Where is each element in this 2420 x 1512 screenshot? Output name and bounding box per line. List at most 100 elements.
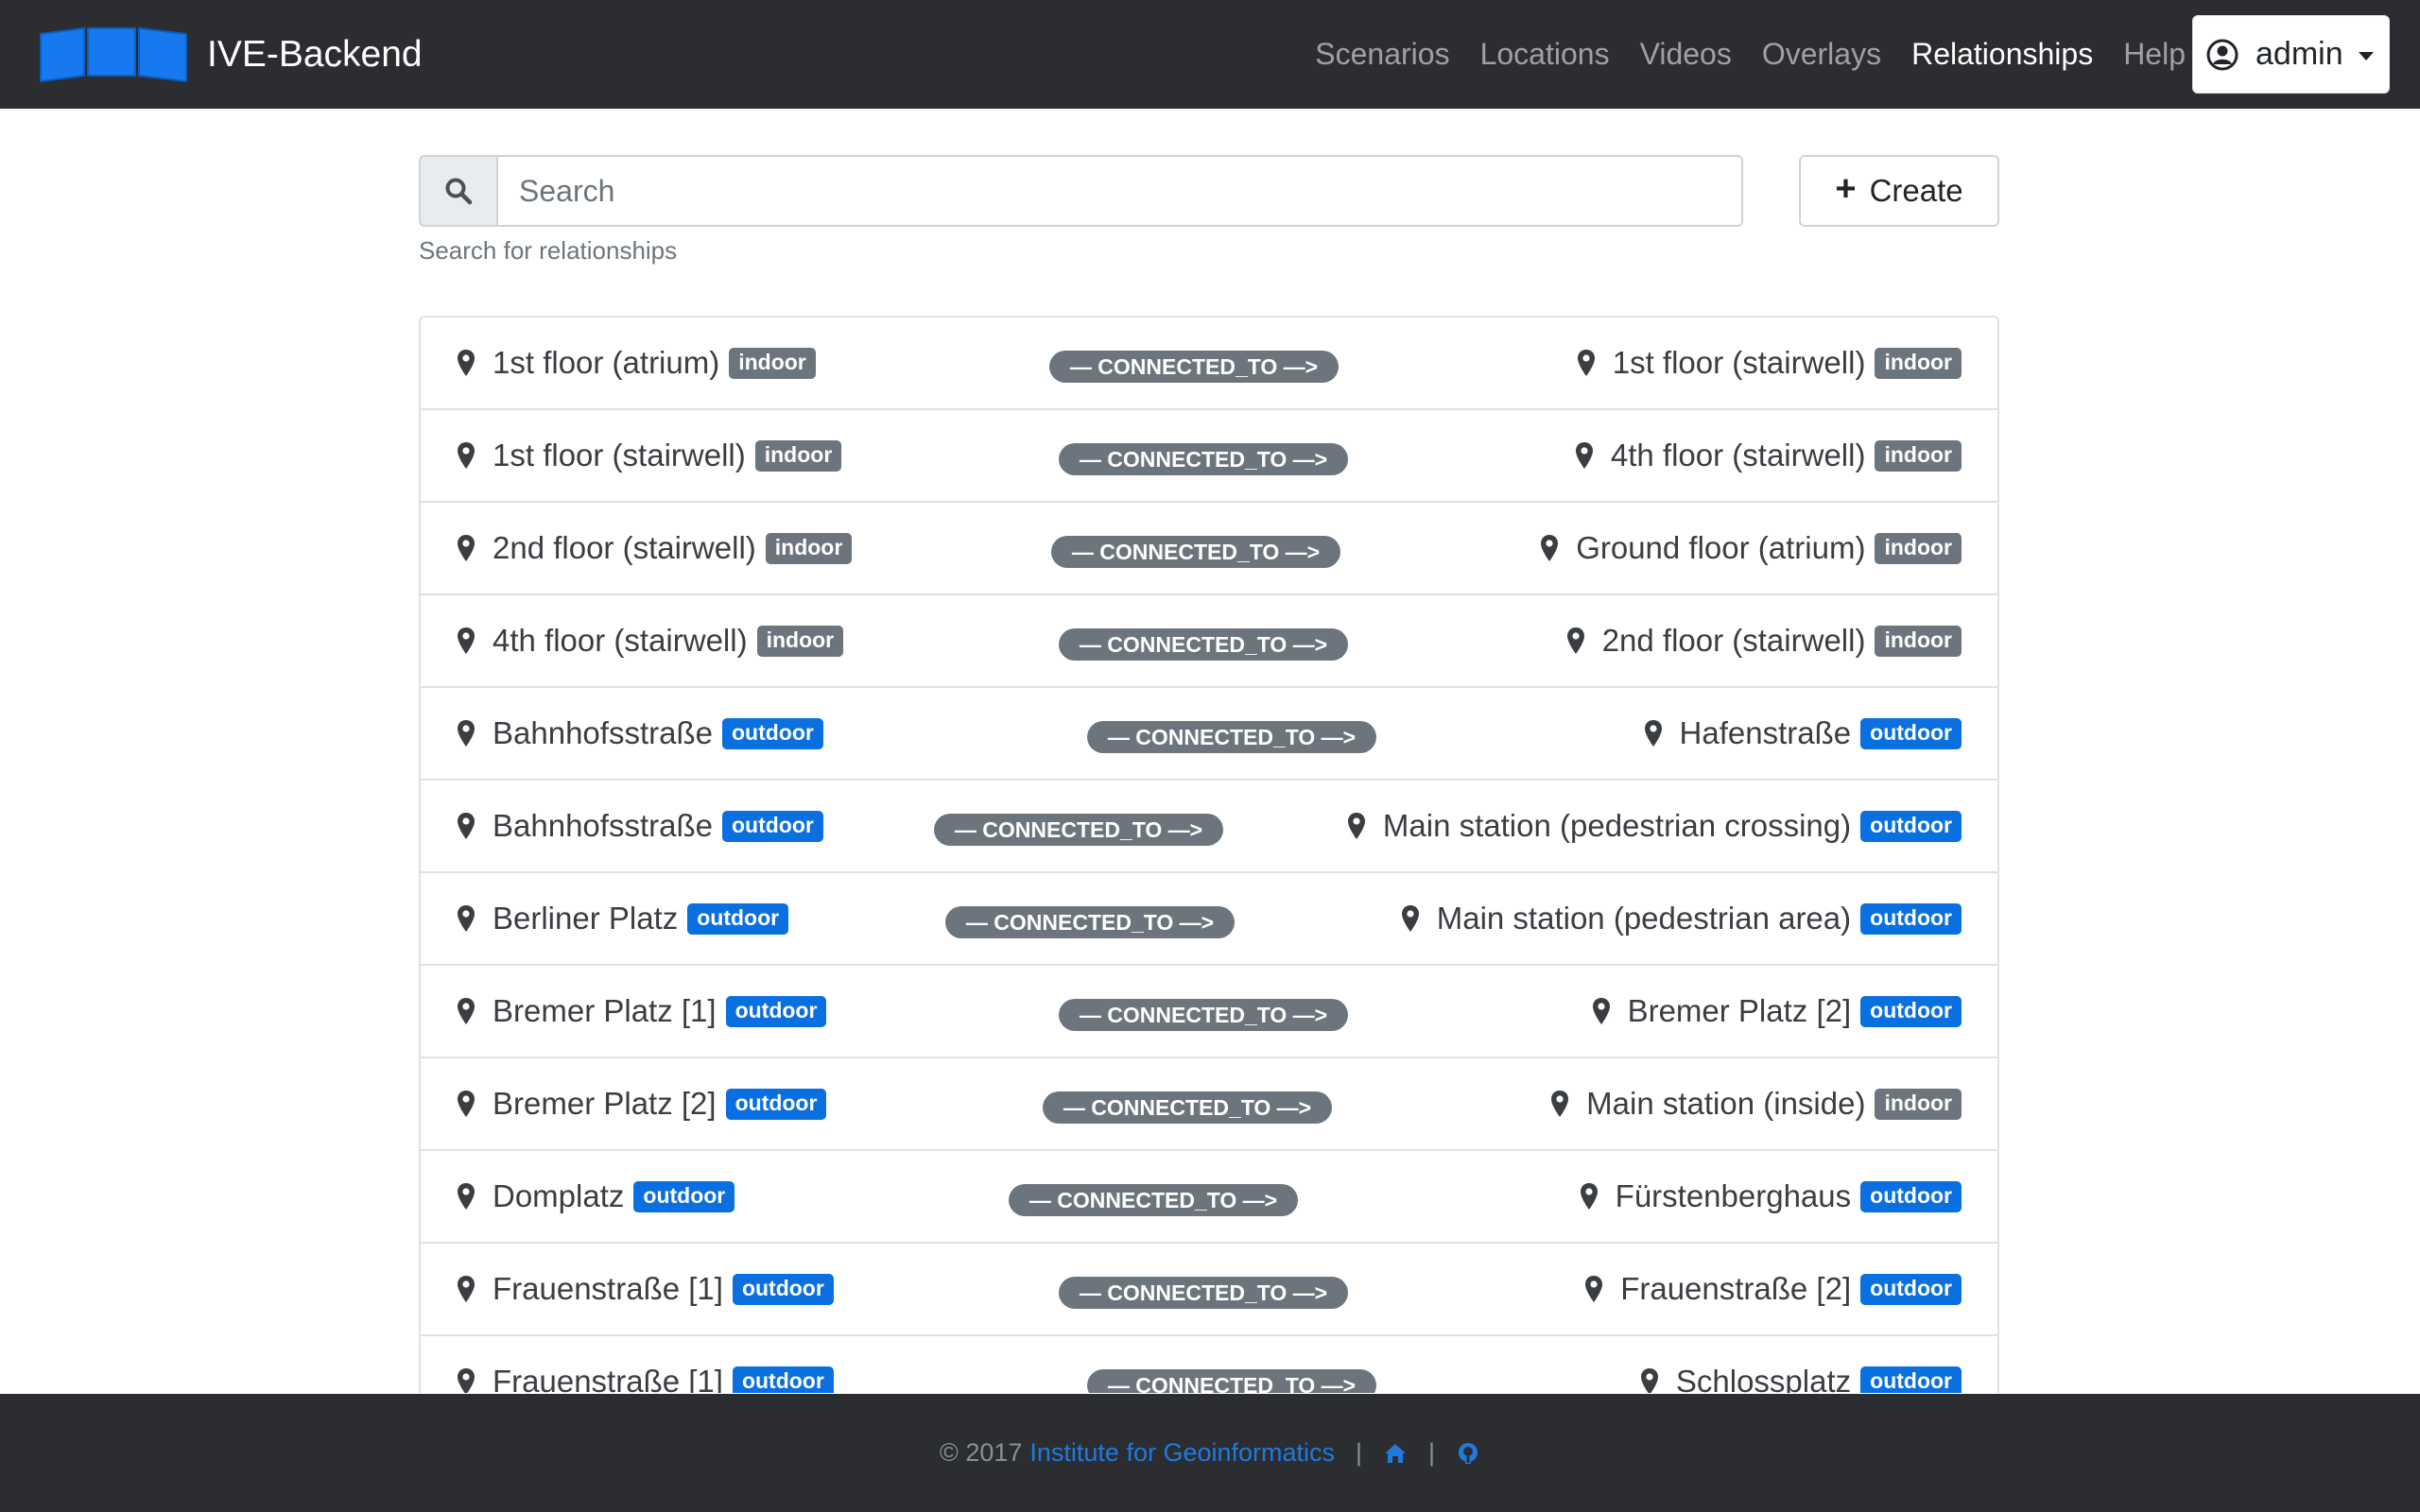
create-button[interactable]: + Create (1799, 155, 1999, 227)
location-name: 1st floor (atrium) (493, 345, 720, 380)
relationship-row[interactable]: Bahnhofsstraße outdoor — CONNECTED_TO —> Ha… (421, 688, 1997, 781)
source-location: Frauenstraße [1] outdoor (457, 1244, 834, 1334)
github-icon[interactable] (1456, 1441, 1480, 1466)
map-marker-icon (1541, 535, 1559, 561)
location-type-badge: outdoor (633, 1180, 735, 1212)
location-name: Frauenstraße [1] (493, 1271, 723, 1306)
relationship-label: — CONNECTED_TO —> (934, 814, 1223, 846)
relationship-row[interactable]: Frauenstraße [1] outdoor — CONNECTED_TO —>… (421, 1336, 1997, 1393)
brand-link[interactable]: IVE-Backend (39, 0, 423, 109)
footer-separator: | (1356, 1438, 1363, 1467)
relationship-label: — CONNECTED_TO —> (945, 906, 1235, 938)
search-input[interactable] (496, 155, 1743, 227)
footer: © 2017 Institute for Geoinformatics | | (0, 1394, 2420, 1512)
relationship-row[interactable]: Berliner Platz outdoor — CONNECTED_TO —> Ma… (421, 873, 1997, 966)
footer-institute-link[interactable]: Institute for Geoinformatics (1029, 1438, 1335, 1468)
relationships-list: 1st floor (atrium) indoor — CONNECTED_TO —… (419, 316, 1999, 1393)
source-location: Bremer Platz [1] outdoor (457, 966, 827, 1057)
location-name: Main station (pedestrian area) (1436, 901, 1852, 936)
location-type-badge: indoor (754, 439, 842, 472)
relationship-label: — CONNECTED_TO —> (1059, 999, 1348, 1031)
nav-link-scenarios[interactable]: Scenarios (1315, 37, 1449, 72)
location-name: Bremer Platz [2] (1627, 993, 1852, 1028)
location-type-badge: outdoor (1860, 1273, 1962, 1305)
location-type-badge: indoor (756, 625, 844, 657)
map-marker-icon (1577, 350, 1595, 376)
relationship-row[interactable]: 1st floor (stairwell) indoor — CONNECTED_T… (421, 410, 1997, 503)
chevron-down-icon (2358, 52, 2374, 60)
nav-link-overlays[interactable]: Overlays (1762, 37, 1881, 72)
relationship-row[interactable]: Domplatz outdoor — CONNECTED_TO —> Fürstenb… (421, 1151, 1997, 1244)
nav-link-relationships[interactable]: Relationships (1911, 37, 2093, 72)
target-location: Bremer Platz [2] outdoor (1592, 966, 1962, 1057)
location-name: 2nd floor (stairwell) (1601, 623, 1866, 658)
map-marker-icon (458, 1368, 475, 1393)
relationship-row[interactable]: 1st floor (atrium) indoor — CONNECTED_TO —… (421, 318, 1997, 410)
relationship-row[interactable]: Bremer Platz [2] outdoor — CONNECTED_TO —>… (421, 1058, 1997, 1151)
map-marker-icon (1401, 905, 1419, 932)
user-circle-icon (2206, 39, 2238, 70)
relationship-label: — CONNECTED_TO —> (1049, 351, 1339, 383)
location-type-badge: indoor (1875, 532, 1962, 564)
location-type-badge: outdoor (732, 1273, 834, 1305)
relationship-row[interactable]: 2nd floor (stairwell) indoor — CONNECTED_T… (421, 503, 1997, 595)
search-help-text: Search for relationships (419, 236, 678, 265)
relationship-row[interactable]: Frauenstraße [1] outdoor — CONNECTED_TO —>… (421, 1244, 1997, 1336)
relationship-label: — CONNECTED_TO —> (1059, 1277, 1348, 1309)
location-type-badge: indoor (729, 347, 816, 379)
search-addon (419, 155, 496, 227)
navbar: IVE-Backend Scenarios Locations Videos Over… (0, 0, 2420, 109)
ive-logo-icon (40, 26, 187, 82)
create-button-label: Create (1869, 173, 1963, 208)
map-marker-icon (458, 720, 475, 747)
target-location: 4th floor (stairwell) indoor (1575, 410, 1962, 501)
location-type-badge: outdoor (1860, 1180, 1962, 1212)
relationship-row[interactable]: Bremer Platz [1] outdoor — CONNECTED_TO —>… (421, 966, 1997, 1058)
map-marker-icon (458, 1276, 475, 1302)
location-type-badge: indoor (1875, 1088, 1962, 1120)
map-marker-icon (1644, 720, 1662, 747)
location-name: Domplatz (493, 1178, 625, 1213)
user-name: admin (2256, 36, 2343, 72)
source-location: Berliner Platz outdoor (457, 873, 789, 964)
location-name: 2nd floor (stairwell) (493, 530, 756, 565)
brand-title: IVE-Backend (207, 33, 423, 75)
relationship-label: — CONNECTED_TO —> (1087, 1369, 1376, 1393)
target-location: Schlossplatz outdoor (1640, 1336, 1962, 1393)
nav-link-locations[interactable]: Locations (1480, 37, 1610, 72)
location-type-badge: outdoor (1860, 717, 1962, 749)
map-marker-icon (458, 905, 475, 932)
map-marker-icon (1575, 442, 1593, 469)
location-type-badge: outdoor (725, 1088, 827, 1120)
location-type-badge: outdoor (1860, 1366, 1962, 1393)
location-type-badge: outdoor (732, 1366, 834, 1393)
target-location: Frauenstraße [2] outdoor (1584, 1244, 1962, 1334)
relationship-row[interactable]: 4th floor (stairwell) indoor — CONNECTED_T… (421, 595, 1997, 688)
target-location: Hafenstraße outdoor (1644, 688, 1962, 779)
location-name: Bremer Platz [2] (493, 1086, 717, 1121)
location-name: 4th floor (stairwell) (493, 623, 748, 658)
source-location: 2nd floor (stairwell) indoor (457, 503, 853, 593)
home-icon[interactable] (1383, 1441, 1408, 1466)
map-marker-icon (1566, 627, 1584, 654)
nav-link-help[interactable]: Help (2123, 37, 2186, 72)
footer-separator: | (1428, 1438, 1436, 1467)
user-menu-button[interactable]: admin (2192, 15, 2390, 94)
location-name: Bahnhofsstraße (493, 808, 713, 843)
source-location: Bahnhofsstraße outdoor (457, 688, 823, 779)
source-location: 1st floor (atrium) indoor (457, 318, 816, 408)
relationship-label: — CONNECTED_TO —> (1051, 536, 1340, 568)
relationship-row[interactable]: Bahnhofsstraße outdoor — CONNECTED_TO —> Ma… (421, 781, 1997, 873)
map-marker-icon (1640, 1368, 1658, 1393)
location-type-badge: indoor (765, 532, 853, 564)
map-marker-icon (1347, 813, 1365, 839)
target-location: Fürstenberghaus outdoor (1580, 1151, 1962, 1242)
map-marker-icon (458, 627, 475, 654)
location-name: Berliner Platz (493, 901, 679, 936)
nav-link-videos[interactable]: Videos (1640, 37, 1732, 72)
source-location: Frauenstraße [1] outdoor (457, 1336, 834, 1393)
map-marker-icon (1592, 998, 1610, 1024)
search-group (419, 155, 1743, 227)
source-location: Domplatz outdoor (457, 1151, 735, 1242)
source-location: 1st floor (stairwell) indoor (457, 410, 842, 501)
